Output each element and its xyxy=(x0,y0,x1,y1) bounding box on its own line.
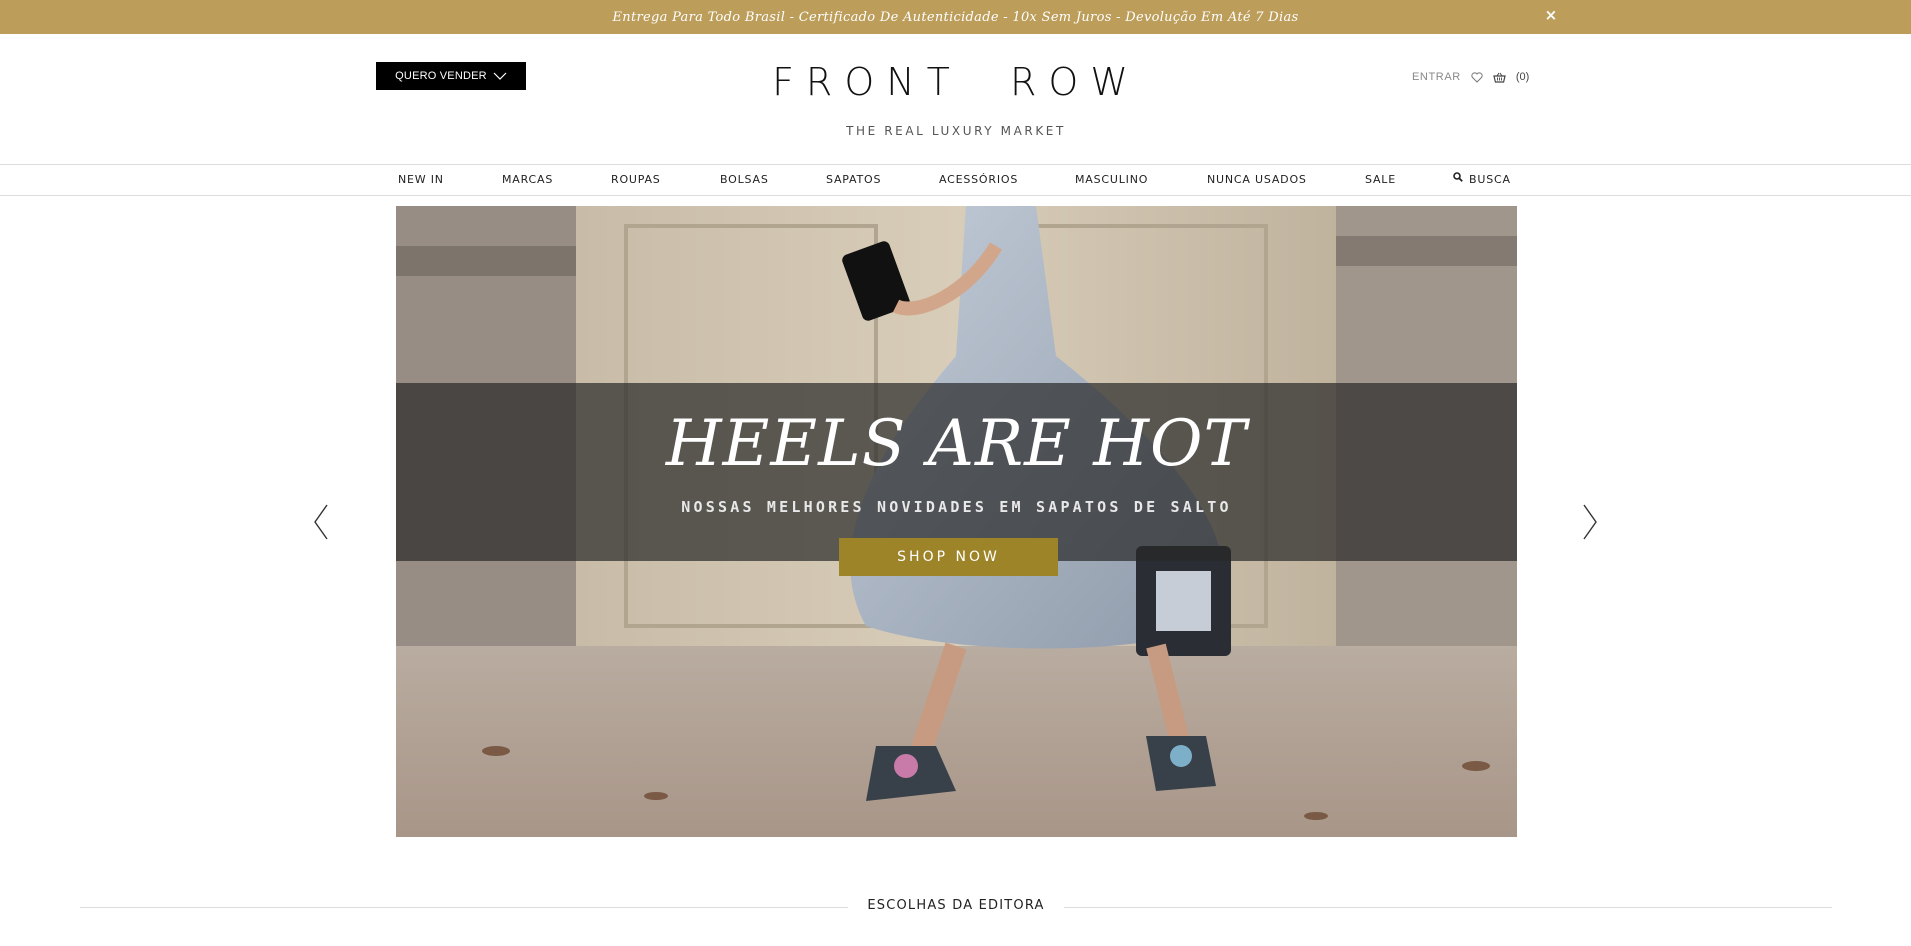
login-link[interactable]: ENTRAR xyxy=(1412,71,1461,83)
nav-item-masculino[interactable]: MASCULINO xyxy=(1075,165,1148,195)
nav-item-new-in[interactable]: NEW IN xyxy=(398,165,444,195)
chevron-right-icon[interactable] xyxy=(1578,500,1602,544)
nav-item-sale[interactable]: SALE xyxy=(1365,165,1396,195)
cart-count[interactable]: (0) xyxy=(1516,71,1529,83)
divider xyxy=(1064,907,1832,908)
nav-item-busca-label: BUSCA xyxy=(1469,173,1511,186)
sell-button[interactable]: QUERO VENDER xyxy=(376,62,526,90)
sell-button-label: QUERO VENDER xyxy=(395,70,487,82)
nav-item-sapatos[interactable]: SAPATOS xyxy=(826,165,881,195)
chevron-left-icon[interactable] xyxy=(309,500,333,544)
close-icon[interactable]: × xyxy=(1541,5,1561,25)
basket-icon[interactable] xyxy=(1493,72,1506,83)
nav-item-marcas[interactable]: MARCAS xyxy=(502,165,553,195)
nav-item-nunca-usados[interactable]: NUNCA USADOS xyxy=(1207,165,1307,195)
hero-title: HEELS ARE HOT xyxy=(665,407,1248,481)
site-tagline: THE REAL LUXURY MARKET xyxy=(846,124,1066,138)
main-nav: NEW IN MARCAS ROUPAS BOLSAS SAPATOS ACES… xyxy=(0,164,1911,196)
nav-item-bolsas[interactable]: BOLSAS xyxy=(720,165,769,195)
site-logo[interactable]: FRONT ROW xyxy=(760,58,1152,106)
nav-item-acessorios[interactable]: ACESSÓRIOS xyxy=(939,165,1018,195)
section-title: ESCOLHAS DA EDITORA xyxy=(867,898,1045,913)
chevron-down-icon xyxy=(493,72,507,80)
heart-icon[interactable] xyxy=(1471,71,1483,83)
search-icon xyxy=(1453,164,1463,194)
editors-picks-heading: ESCOLHAS DA EDITORA xyxy=(80,896,1832,918)
hero-banner[interactable]: HEELS ARE HOT NOSSAS MELHORES NOVIDADES … xyxy=(396,206,1517,837)
promo-text: Entrega Para Todo Brasil - Certificado D… xyxy=(612,9,1299,25)
account-tools: ENTRAR (0) xyxy=(1412,68,1529,86)
promo-bar: Entrega Para Todo Brasil - Certificado D… xyxy=(0,0,1911,34)
nav-item-roupas[interactable]: ROUPAS xyxy=(611,165,661,195)
nav-item-busca[interactable]: BUSCA xyxy=(1453,165,1511,195)
hero-subtitle: NOSSAS MELHORES NOVIDADES EM SAPATOS DE … xyxy=(681,498,1232,516)
shop-now-button[interactable]: SHOP NOW xyxy=(839,538,1058,576)
